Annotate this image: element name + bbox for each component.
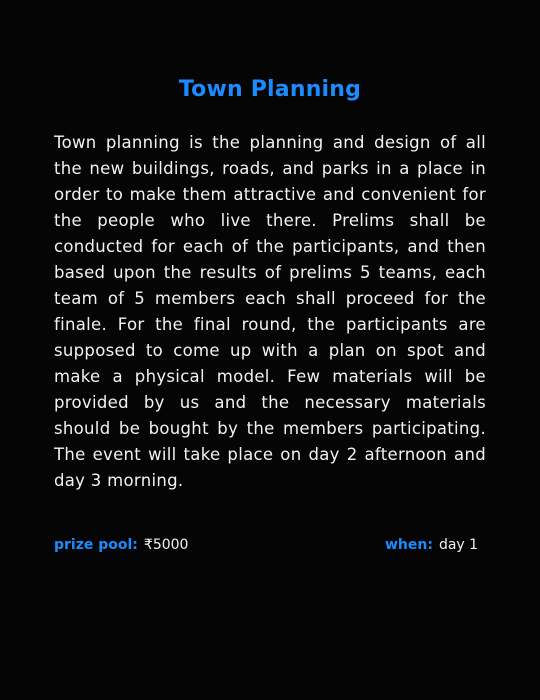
when-value: day 1 <box>438 537 479 553</box>
event-card: Town Planning Town planning is the plann… <box>0 0 540 700</box>
event-title: Town Planning <box>178 77 362 102</box>
prize-pool: prize pool: ₹5000 <box>54 537 188 553</box>
prize-pool-label: prize pool: <box>54 537 138 553</box>
event-when: when: day 1 <box>385 537 478 553</box>
event-description: Town planning is the planning and design… <box>54 133 486 490</box>
prize-pool-value: ₹5000 <box>143 537 189 553</box>
when-label: when: <box>385 537 433 553</box>
event-meta: prize pool: ₹5000 when: day 1 <box>54 537 486 559</box>
